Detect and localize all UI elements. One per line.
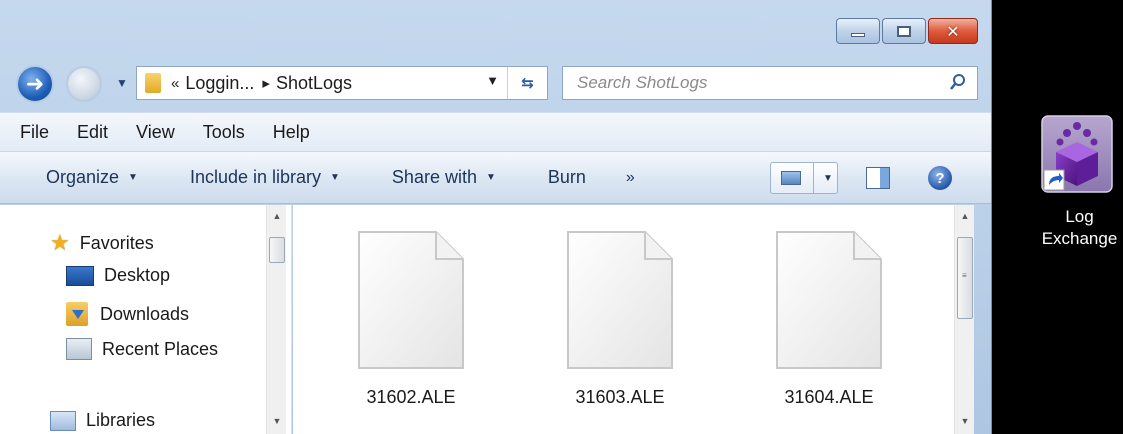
refresh-icon: ⇆ <box>521 75 534 92</box>
forward-button[interactable] <box>66 66 102 102</box>
back-arrow-icon: ➜ <box>25 71 45 96</box>
nav-desktop[interactable]: Desktop <box>66 265 170 286</box>
nav-favorites[interactable]: ★ Favorites <box>50 230 154 256</box>
search-icon[interactable] <box>949 73 967 91</box>
caption-buttons: ✕ <box>834 18 978 44</box>
divider <box>813 163 814 193</box>
file-name: 31602.ALE <box>366 387 456 407</box>
file-item[interactable]: 31603.ALE <box>540 227 700 427</box>
maximize-icon <box>897 25 911 37</box>
minimize-button[interactable] <box>836 18 880 44</box>
file-list: 31602.ALE 31603.ALE 31604.ALE <box>293 205 954 434</box>
close-button[interactable]: ✕ <box>928 18 978 44</box>
nav-libraries[interactable]: Libraries <box>50 410 155 431</box>
navigation-row: ➜ ▼ « Loggin... ▸ ShotLogs ▼ ⇆ <box>0 58 991 108</box>
file-item[interactable]: 31604.ALE <box>749 227 909 427</box>
explorer-window: ✕ ➜ ▼ « Loggin... ▸ ShotLogs ▼ ⇆ File Ed… <box>0 0 992 434</box>
menu-edit[interactable]: Edit <box>77 122 108 143</box>
log-exchange-shortcut[interactable]: Log Exchange <box>1036 114 1123 264</box>
file-list-scrollbar[interactable]: ▲ ≡ ▼ <box>954 205 974 434</box>
chevron-down-icon: ▼ <box>128 172 138 183</box>
chevron-down-icon: ▼ <box>485 172 496 183</box>
scroll-down-icon[interactable]: ▼ <box>267 416 287 426</box>
star-icon: ★ <box>50 230 70 255</box>
file-item[interactable]: 31602.ALE <box>331 227 491 427</box>
change-view-button[interactable]: ▼ <box>770 162 838 194</box>
help-icon: ? <box>935 169 945 187</box>
help-button[interactable]: ? <box>928 166 952 190</box>
burn-button[interactable]: Burn <box>548 167 586 188</box>
close-icon: ✕ <box>946 21 960 41</box>
share-with-label: Share with <box>391 167 477 187</box>
nav-favorites-label: Favorites <box>79 232 154 253</box>
nav-recent-places-label: Recent Places <box>102 338 219 359</box>
breadcrumb-shotlogs[interactable]: ShotLogs <box>276 73 352 94</box>
organize-button[interactable]: Organize ▼ <box>46 167 138 188</box>
recent-places-icon <box>66 338 92 360</box>
share-with-button[interactable]: Share with ▼ <box>392 167 496 188</box>
scroll-up-icon[interactable]: ▲ <box>955 211 975 221</box>
breadcrumb-logging[interactable]: Loggin... <box>185 73 254 94</box>
burn-label: Burn <box>547 167 586 187</box>
document-icon <box>567 231 673 369</box>
menu-bar: File Edit View Tools Help <box>0 112 991 152</box>
maximize-button[interactable] <box>882 18 926 44</box>
document-icon <box>358 231 464 369</box>
address-bar[interactable]: « Loggin... ▸ ShotLogs ▼ ⇆ <box>136 66 548 100</box>
folder-icon <box>145 73 161 93</box>
recent-pages-dropdown[interactable]: ▼ <box>116 76 128 90</box>
scroll-thumb[interactable] <box>269 237 285 263</box>
command-bar: Organize ▼ Include in library ▼ Share with… <box>0 152 991 204</box>
nav-desktop-label: Desktop <box>104 265 171 285</box>
scroll-thumb[interactable]: ≡ <box>957 237 973 319</box>
breadcrumb-separator-icon[interactable]: ▸ <box>262 74 270 92</box>
preview-pane-button[interactable] <box>866 167 890 189</box>
chevron-down-icon[interactable]: ▼ <box>823 173 833 184</box>
libraries-icon <box>50 410 76 431</box>
search-box[interactable] <box>562 66 978 100</box>
file-name: 31603.ALE <box>575 387 665 407</box>
minimize-icon <box>851 33 865 37</box>
refresh-button[interactable]: ⇆ <box>507 67 547 99</box>
log-exchange-icon <box>1041 115 1113 193</box>
file-name: 31604.ALE <box>784 387 874 407</box>
nav-downloads-label: Downloads <box>100 303 190 324</box>
menu-help[interactable]: Help <box>273 122 310 143</box>
organize-label: Organize <box>46 167 120 187</box>
chevron-down-icon[interactable]: ▼ <box>486 73 499 88</box>
chevron-down-icon: ▼ <box>330 172 340 183</box>
nav-libraries-label: Libraries <box>86 410 156 430</box>
include-in-library-button[interactable]: Include in library ▼ <box>190 167 340 188</box>
shortcut-label: Log Exchange <box>1041 207 1118 248</box>
menu-file[interactable]: File <box>20 122 49 143</box>
desktop-icon <box>66 265 94 286</box>
view-icon <box>781 171 801 185</box>
nav-downloads[interactable]: Downloads <box>66 302 189 326</box>
menu-view[interactable]: View <box>136 122 175 143</box>
back-button[interactable]: ➜ <box>16 65 54 103</box>
navigation-pane: ★ Favorites Desktop Downloads Recent Pla… <box>0 205 292 434</box>
include-in-library-label: Include in library <box>189 167 322 187</box>
title-bar[interactable]: ✕ <box>0 0 991 58</box>
search-input[interactable] <box>577 68 947 98</box>
nav-pane-scrollbar[interactable]: ▲ ▼ <box>266 205 286 434</box>
nav-recent-places[interactable]: Recent Places <box>66 338 218 360</box>
downloads-icon <box>66 302 88 326</box>
menu-tools[interactable]: Tools <box>203 122 245 143</box>
grip-icon: ≡ <box>962 271 967 280</box>
scroll-up-icon[interactable]: ▲ <box>267 211 287 221</box>
scroll-down-icon[interactable]: ▼ <box>955 416 975 426</box>
breadcrumb-overflow[interactable]: « <box>171 75 179 92</box>
document-icon <box>776 231 882 369</box>
more-commands-button[interactable]: » <box>626 169 635 187</box>
